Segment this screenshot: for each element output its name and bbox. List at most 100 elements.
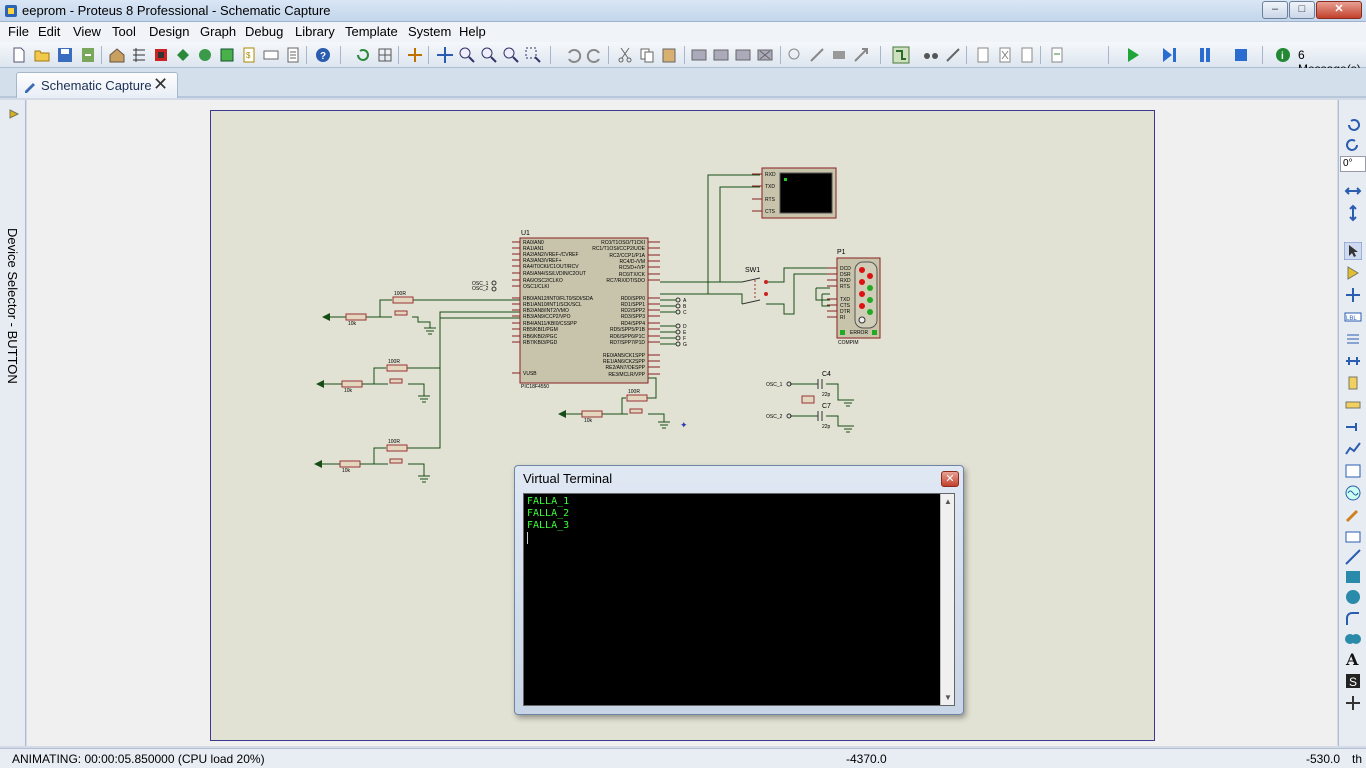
wire-autorouter-icon[interactable] bbox=[892, 46, 910, 64]
new-file-icon[interactable] bbox=[10, 46, 28, 64]
terminal-scrollbar[interactable]: ▲ ▼ bbox=[940, 494, 954, 705]
symbol-icon[interactable]: S bbox=[1344, 672, 1362, 690]
open-folder-icon[interactable] bbox=[33, 46, 51, 64]
grid-icon[interactable] bbox=[376, 46, 394, 64]
active-popup-icon[interactable] bbox=[1344, 462, 1362, 480]
import-icon[interactable] bbox=[79, 46, 97, 64]
menu-debug[interactable]: Debug bbox=[245, 24, 283, 39]
rotate-ccw-icon[interactable] bbox=[1344, 136, 1362, 154]
search-component-icon[interactable] bbox=[922, 46, 940, 64]
stop-simulation-icon[interactable] bbox=[1232, 46, 1250, 64]
junction-dot-icon[interactable] bbox=[1344, 286, 1362, 304]
save-icon[interactable] bbox=[56, 46, 74, 64]
notes-icon[interactable] bbox=[284, 46, 302, 64]
zoom-out-icon[interactable] bbox=[480, 46, 498, 64]
path-icon[interactable] bbox=[1344, 630, 1362, 648]
zoom-in-icon[interactable] bbox=[458, 46, 476, 64]
undo-icon[interactable] bbox=[564, 46, 582, 64]
menu-view[interactable]: View bbox=[73, 24, 101, 39]
component-mode-icon[interactable] bbox=[1344, 264, 1362, 282]
copy-icon[interactable] bbox=[638, 46, 656, 64]
pan-icon[interactable] bbox=[436, 46, 454, 64]
menu-system[interactable]: System bbox=[408, 24, 451, 39]
block-delete-icon[interactable] bbox=[756, 46, 774, 64]
line-icon[interactable] bbox=[1344, 548, 1362, 566]
wire-label-icon[interactable]: LBL bbox=[1344, 308, 1362, 326]
minimize-button[interactable]: – bbox=[1262, 1, 1288, 19]
new-sheet-icon[interactable] bbox=[974, 46, 992, 64]
menu-library[interactable]: Library bbox=[295, 24, 335, 39]
tab-label: Schematic Capture bbox=[41, 78, 152, 93]
virtual-terminal-window[interactable]: Virtual Terminal ✕ FALLA_1 FALLA_2 FALLA… bbox=[514, 465, 964, 715]
menu-file[interactable]: File bbox=[8, 24, 29, 39]
make-device-icon[interactable] bbox=[808, 46, 826, 64]
text-icon[interactable]: A bbox=[1344, 650, 1362, 668]
terminal-mode-icon[interactable] bbox=[1344, 396, 1362, 414]
virtual-terminal-close-button[interactable]: ✕ bbox=[941, 471, 959, 487]
design-explorer-icon[interactable] bbox=[218, 46, 236, 64]
home-icon[interactable] bbox=[108, 46, 126, 64]
property-tool-icon[interactable] bbox=[944, 46, 962, 64]
remove-sheet-icon[interactable] bbox=[996, 46, 1014, 64]
pick-parts-icon[interactable] bbox=[786, 46, 804, 64]
graph-mode-icon[interactable] bbox=[1344, 440, 1362, 458]
mirror-x-icon[interactable] bbox=[1344, 182, 1362, 200]
block-copy-icon[interactable] bbox=[690, 46, 708, 64]
origin-icon[interactable] bbox=[406, 46, 424, 64]
menu-graph[interactable]: Graph bbox=[200, 24, 236, 39]
info-icon[interactable]: i bbox=[1274, 46, 1292, 64]
main-toolbar: $ ? i 6 Message(s) bbox=[0, 42, 1366, 76]
selection-mode-icon[interactable] bbox=[1344, 242, 1362, 260]
close-window-button[interactable]: ✕ bbox=[1316, 1, 1362, 19]
menu-tool[interactable]: Tool bbox=[112, 24, 136, 39]
netlist-icon[interactable] bbox=[1048, 46, 1066, 64]
scroll-down-icon[interactable]: ▼ bbox=[944, 693, 952, 702]
menu-design[interactable]: Design bbox=[149, 24, 189, 39]
instrument-icon[interactable] bbox=[1344, 528, 1362, 546]
pcb-icon[interactable] bbox=[152, 46, 170, 64]
menu-template[interactable]: Template bbox=[345, 24, 398, 39]
zoom-area-icon[interactable] bbox=[524, 46, 542, 64]
run-simulation-icon[interactable] bbox=[1124, 46, 1142, 64]
device-pin-icon[interactable] bbox=[1344, 418, 1362, 436]
arc-icon[interactable] bbox=[1344, 610, 1362, 628]
paste-icon[interactable] bbox=[660, 46, 678, 64]
virtual-terminal-screen[interactable]: FALLA_1 FALLA_2 FALLA_3 ▲ ▼ bbox=[523, 493, 955, 706]
text-script-icon[interactable] bbox=[1344, 330, 1362, 348]
gerber-icon[interactable] bbox=[196, 46, 214, 64]
source-code-icon[interactable] bbox=[262, 46, 280, 64]
generator-icon[interactable] bbox=[1344, 484, 1362, 502]
rotate-cw-icon[interactable] bbox=[1344, 116, 1362, 134]
pause-simulation-icon[interactable] bbox=[1196, 46, 1214, 64]
device-selector-label[interactable]: Device Selector - BUTTON bbox=[5, 228, 20, 384]
bom-icon[interactable]: $ bbox=[240, 46, 258, 64]
redo-icon[interactable] bbox=[586, 46, 604, 64]
menu-edit[interactable]: Edit bbox=[38, 24, 60, 39]
probe-icon[interactable] bbox=[1344, 506, 1362, 524]
zoom-all-icon[interactable] bbox=[502, 46, 520, 64]
block-move-icon[interactable] bbox=[712, 46, 730, 64]
pin-icon[interactable] bbox=[8, 108, 20, 120]
refresh-icon[interactable] bbox=[354, 46, 372, 64]
box-icon[interactable] bbox=[1344, 568, 1362, 586]
rotation-angle-field[interactable]: 0° bbox=[1340, 156, 1366, 172]
circle-icon[interactable] bbox=[1344, 588, 1362, 606]
3d-view-icon[interactable] bbox=[174, 46, 192, 64]
close-tab-icon[interactable]: ✕ bbox=[153, 74, 168, 95]
help-icon[interactable]: ? bbox=[314, 46, 332, 64]
scroll-up-icon[interactable]: ▲ bbox=[944, 497, 952, 506]
tab-schematic-capture[interactable]: Schematic Capture ✕ bbox=[16, 72, 178, 98]
menu-help[interactable]: Help bbox=[459, 24, 486, 39]
exit-to-parent-icon[interactable] bbox=[1018, 46, 1036, 64]
schematic-icon[interactable] bbox=[130, 46, 148, 64]
package-tool-icon[interactable] bbox=[830, 46, 848, 64]
subcircuit-icon[interactable] bbox=[1344, 374, 1362, 392]
block-rotate-icon[interactable] bbox=[734, 46, 752, 64]
maximize-button[interactable]: □ bbox=[1289, 1, 1315, 19]
bus-icon[interactable] bbox=[1344, 352, 1362, 370]
step-simulation-icon[interactable] bbox=[1160, 46, 1178, 64]
decompose-icon[interactable] bbox=[852, 46, 870, 64]
marker-icon[interactable] bbox=[1344, 694, 1362, 712]
cut-icon[interactable] bbox=[616, 46, 634, 64]
mirror-y-icon[interactable] bbox=[1344, 204, 1362, 222]
